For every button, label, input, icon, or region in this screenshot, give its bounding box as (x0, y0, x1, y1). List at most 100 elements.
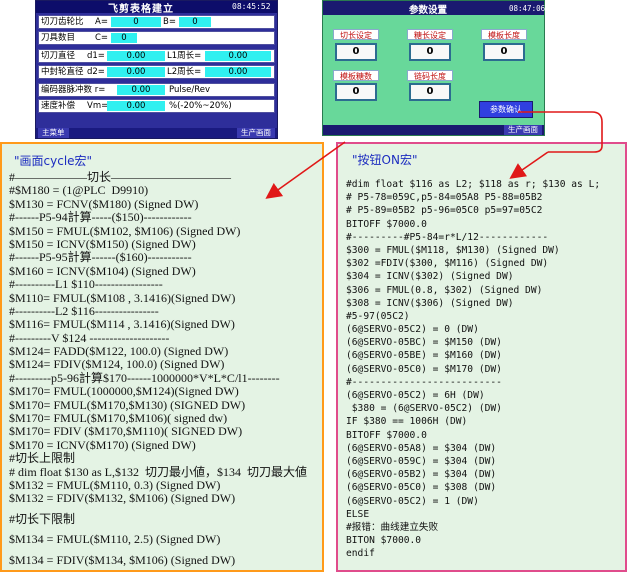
cycle-macro-code-line: #切长下限制 (9, 511, 76, 526)
candy-length-field[interactable]: 0 (409, 43, 451, 61)
chain-code-length-field[interactable]: 0 (409, 83, 451, 101)
cycle-macro-code-line: #------P5-95計算------($160)----------- (9, 250, 192, 265)
chain-code-length-label: 链码长度 (407, 70, 453, 81)
b-value-field[interactable]: 0 (179, 17, 211, 27)
encoder-pulse-row: 编码器脉冲数 r= 0.00 Pulse/Rev (38, 83, 275, 97)
seal-wheel-diameter-label: 中封轮直径 (41, 67, 84, 77)
l2-value-field[interactable]: 0.00 (205, 67, 271, 77)
button-on-macro-code-line: (6@SERVO-05BC) = $M150 (DW) (346, 337, 502, 349)
template-length-field[interactable]: 0 (483, 43, 525, 61)
vm-label: Vm= (87, 101, 109, 111)
template-length-label: 模板长度 (481, 29, 527, 40)
flying-shear-table-screen: 飞剪表格建立 08:45:52 切刀齿轮比 A= 0 B= 0 刀具数目 C= … (35, 0, 278, 139)
button-on-macro-code-line: (6@SERVO-05C2) = 0 (DW) (346, 324, 479, 336)
screen2-title: 参数设置 (409, 5, 448, 16)
cycle-macro-code-line: $M170= FMUL($M170,$M106)( signed dw) (9, 411, 228, 426)
cutter-diameter-row: 切刀直径 d1= 0.00 L1周长= 0.00 (38, 49, 275, 63)
cutter-diameter-label: 切刀直径 (41, 51, 76, 61)
cycle-macro-code-line: # dim float $130 as L,$132 切刀最小値，$134 切刀… (9, 464, 307, 479)
l2-label: L2周长= (167, 67, 202, 77)
screen1-title: 飞剪表格建立 (108, 4, 174, 15)
template-candy-count-field[interactable]: 0 (335, 83, 377, 101)
button-on-macro-code-line: (6@SERVO-05BE) = $M160 (DW) (346, 350, 502, 362)
button-on-macro-panel: "按钮ON宏" #dim float $116 as L2; $118 as r… (336, 142, 627, 572)
screen1-clock: 08:45:52 (232, 2, 271, 11)
l1-label: L1周长= (167, 51, 202, 61)
main-menu-button[interactable]: 主菜单 (38, 128, 69, 138)
screen1-titlebar: 飞剪表格建立 08:45:52 (36, 1, 277, 15)
cycle-macro-code-line: $M170= FMUL($M170,$M130) (SIGNED DW) (9, 397, 246, 412)
screen2-footer: 生产画面 (323, 125, 544, 135)
gear-ratio-row: 切刀齿轮比 A= 0 B= 0 (38, 15, 275, 29)
screen1-footer: 主菜单 生产画面 (36, 128, 277, 138)
template-candy-count-label: 模板糖数 (333, 70, 379, 81)
button-on-macro-code-line: (6@SERVO-05B2) = $304 (DW) (346, 469, 497, 481)
cycle-macro-code-line: #----------L1 $110----------------- (9, 277, 163, 292)
cycle-macro-code: #——————切长—————————— #$M180 = (1@PLC D9910… (9, 170, 307, 567)
cycle-macro-code-line: $M134 = FDIV($M134, $M106) (Signed DW) (9, 552, 236, 567)
button-on-macro-code-line: $302 =FDIV($300, $M116) (Signed DW) (346, 258, 549, 270)
button-on-macro-code-line: BITON $7000.0 (346, 535, 422, 547)
cycle-macro-code-line: $M170= FMUL(1000000,$M124)(Signed DW) (9, 384, 239, 399)
cycle-macro-code-line: #------P5-94計算-----($150)------------ (9, 210, 192, 225)
encoder-value-field[interactable]: 0.00 (117, 85, 165, 95)
d1-label: d1= (87, 51, 105, 61)
vm-unit: %(-20%~20%) (169, 101, 232, 111)
cycle-macro-code-line: $M134 = FMUL($M110, 2.5) (Signed DW) (9, 532, 221, 547)
button-on-macro-code-line: (6@SERVO-05A8) = $304 (DW) (346, 442, 497, 454)
a-label: A= (95, 17, 108, 27)
cut-length-field[interactable]: 0 (335, 43, 377, 61)
encoder-pulse-label: 编码器脉冲数 r= (41, 85, 106, 95)
a-value-field[interactable]: 0 (111, 17, 161, 27)
cycle-macro-code-line: $M132 = FMUL($M110, 0.3) (Signed DW) (9, 477, 221, 492)
d1-value-field[interactable]: 0.00 (107, 51, 165, 61)
button-on-macro-code-line: (6@SERVO-05C2) = 1 (DW) (346, 495, 479, 507)
production-screen-button[interactable]: 生产画面 (237, 128, 275, 138)
screen2-clock: 08:47:06 (509, 4, 546, 13)
tool-count-row: 刀具数目 C= 0 (38, 31, 275, 45)
encoder-unit: Pulse/Rev (169, 85, 211, 95)
d2-value-field[interactable]: 0.00 (107, 67, 165, 77)
cycle-macro-code-line: #---------p5-96計算$170------1000000*V*L*C… (9, 370, 280, 385)
cycle-macro-code-line: $M150 = FMUL($M102, $M106) (Signed DW) (9, 223, 241, 238)
cycle-macro-code-line: $M124= FDIV($M124, 100.0) (Signed DW) (9, 357, 225, 372)
c-value-field[interactable]: 0 (111, 33, 137, 43)
l1-value-field[interactable]: 0.00 (205, 51, 271, 61)
cycle-macro-panel: "画面cycle宏" #——————切长—————————— #$M180 = (… (0, 142, 324, 572)
button-on-macro-code: #dim float $116 as L2; $118 as r; $130 a… (346, 178, 600, 560)
button-on-macro-code-line: BITOFF $7000.0 (346, 429, 427, 441)
cycle-macro-code-line: $M116= FMUL($M114 , 3.1416)(Signed DW) (9, 317, 235, 332)
production-screen-button-2[interactable]: 生产画面 (504, 125, 542, 135)
button-on-macro-code-line: IF $380 == 1006H (DW) (346, 416, 468, 428)
gear-ratio-label: 切刀齿轮比 (41, 17, 84, 27)
speed-compensation-row: 速度补偿 Vm= 0.00 %(-20%~20%) (38, 99, 275, 113)
button-on-macro-code-line: $304 = ICNV($302) (Signed DW) (346, 271, 514, 283)
cycle-macro-code-line: #——————切长—————————— (9, 170, 232, 184)
button-on-macro-code-line: ELSE (346, 508, 370, 520)
button-on-macro-title: "按钮ON宏" (352, 153, 418, 167)
button-on-macro-code-line: #dim float $116 as L2; $118 as r; $130 a… (346, 179, 601, 190)
cycle-macro-title: "画面cycle宏" (14, 154, 93, 168)
tool-count-label: 刀具数目 (41, 33, 76, 43)
c-label: C= (95, 33, 109, 43)
button-on-macro-code-line: #---------#P5-84=r*L/12------------ (346, 231, 549, 243)
d2-label: d2= (87, 67, 105, 77)
button-on-macro-code-line: #5-97(05C2) (346, 310, 410, 322)
cycle-macro-code-line: $M170 = ICNV($M170) (Signed DW) (9, 437, 196, 452)
button-on-macro-code-line: $380 = (6@SERVO-05C2) (DW) (346, 403, 502, 415)
button-on-macro-code-line: # P5-89=05B2 p5-96=05C0 p5=97=05C2 (346, 205, 543, 217)
button-on-macro-code-line: #报错：曲线建立失败 (346, 521, 439, 533)
cycle-macro-code-line: $M160 = ICNV($M104) (Signed DW) (9, 263, 196, 278)
cycle-macro-code-line: $M110= FMUL($M108 , 3.1416)(Signed DW) (9, 290, 236, 305)
button-on-macro-code-line: BITOFF $7000.0 (346, 218, 427, 230)
cycle-macro-code-line: #切长上限制 (9, 451, 76, 466)
button-on-macro-code-line: $300 = FMUL($M118, $M130) (Signed DW) (346, 244, 560, 256)
button-on-macro-code-line: endif (346, 548, 375, 560)
cycle-macro-code-line: $M132 = FDIV($M132, $M106) (Signed DW) (9, 491, 236, 506)
button-on-macro-code-line: #-------------------------- (346, 376, 502, 388)
cycle-macro-code-line: $M170= FDIV ($M170,$M110)( SIGNED DW) (9, 424, 243, 439)
seal-wheel-diameter-row: 中封轮直径 d2= 0.00 L2周长= 0.00 (38, 65, 275, 79)
vm-value-field[interactable]: 0.00 (107, 101, 165, 111)
cycle-macro-code-line: #----------L2 $116---------------- (9, 303, 159, 318)
confirm-parameters-button[interactable]: 参数确认 (479, 101, 533, 118)
